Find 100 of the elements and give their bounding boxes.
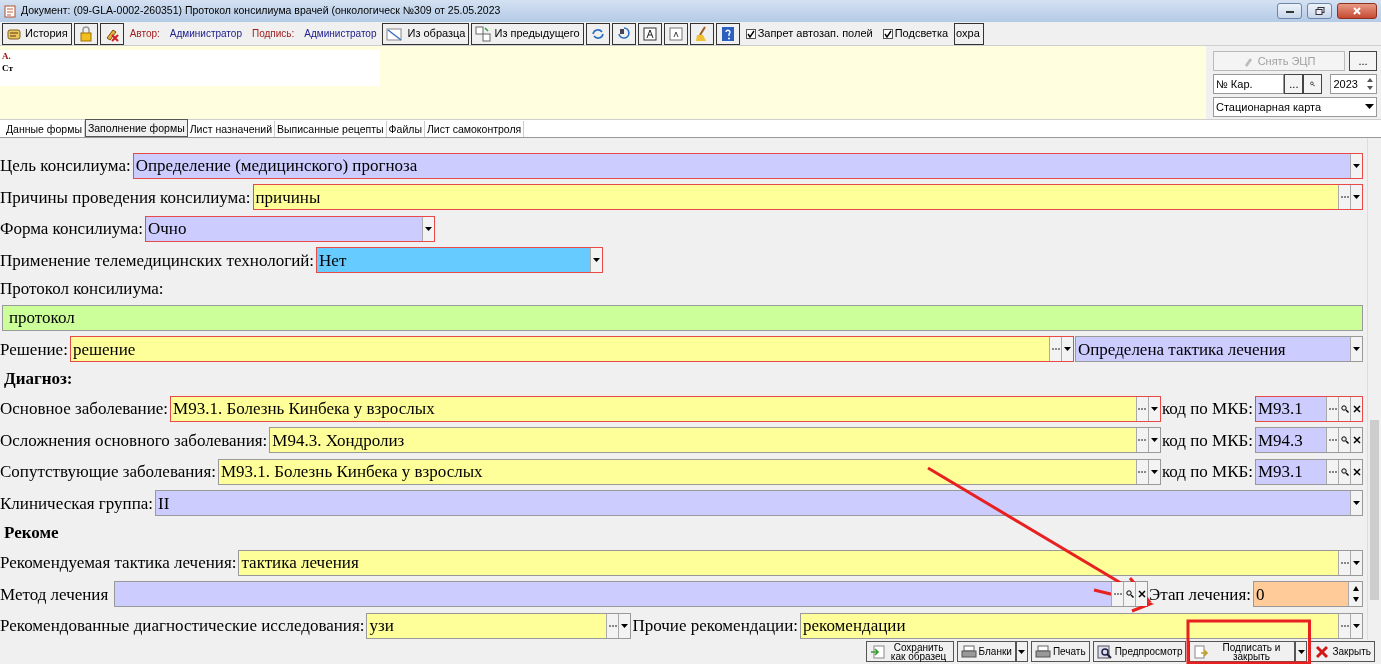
search-button[interactable] xyxy=(1338,396,1350,421)
clear-button[interactable] xyxy=(1350,428,1362,453)
dropdown-button[interactable] xyxy=(1061,337,1073,362)
dots-icon xyxy=(1328,406,1337,411)
dropdown-button[interactable] xyxy=(1350,550,1362,575)
search-button[interactable] xyxy=(1338,459,1350,484)
action-button[interactable]: Печать xyxy=(1030,641,1090,662)
input-field[interactable]: причины xyxy=(252,184,1363,211)
action-button[interactable]: Закрыть xyxy=(1310,641,1375,662)
restore-button[interactable] xyxy=(1307,3,1332,19)
input-field[interactable]: M94.3 xyxy=(1255,427,1363,454)
more-button[interactable] xyxy=(1326,459,1338,484)
field-label: Протокол консилиума: xyxy=(0,278,165,301)
help-button[interactable] xyxy=(715,22,740,45)
dropdown-button[interactable] xyxy=(618,613,631,638)
scroll-thumb[interactable] xyxy=(1370,420,1379,600)
input-field[interactable]: M94.3. Хондролиз xyxy=(269,427,1161,454)
dropdown-button[interactable] xyxy=(1295,641,1308,662)
unsign-button[interactable] xyxy=(99,22,124,45)
dropdown-button[interactable] xyxy=(422,216,434,241)
clear-button[interactable] xyxy=(1350,459,1362,484)
dots-icon xyxy=(1138,438,1147,443)
tab[interactable]: Данные формы xyxy=(4,121,85,137)
input-field[interactable]: решение xyxy=(69,336,1074,363)
more-button[interactable] xyxy=(1326,396,1338,421)
tab[interactable]: Выписанные рецепты xyxy=(275,121,387,137)
font-icon xyxy=(641,25,658,42)
input-field[interactable]: протокол xyxy=(2,304,1363,331)
patient-status: Ст xyxy=(2,62,14,74)
dropdown-button[interactable] xyxy=(1350,185,1362,210)
input-field[interactable]: Очно xyxy=(145,215,435,242)
more-button[interactable] xyxy=(1135,396,1148,421)
card-more-button[interactable]: ... xyxy=(1284,74,1304,94)
search-button[interactable] xyxy=(1303,74,1323,94)
input-field[interactable]: M93.1 xyxy=(1255,458,1363,485)
tab[interactable]: Заполнение формы xyxy=(84,119,188,137)
minimize-button[interactable] xyxy=(1277,3,1302,19)
year-spinner[interactable]: 2023 xyxy=(1330,74,1377,94)
close-button[interactable] xyxy=(1337,3,1377,19)
dropdown-button[interactable] xyxy=(1350,153,1362,178)
lock-button[interactable] xyxy=(73,22,98,45)
action-button[interactable]: Бланки xyxy=(956,641,1016,662)
action-button[interactable]: Сохранить как образец xyxy=(865,641,954,662)
close-icon xyxy=(1352,436,1361,445)
field-label: Цель консилиума: xyxy=(0,155,132,177)
more-button[interactable]: ... xyxy=(1349,51,1377,71)
minimize-icon xyxy=(1284,8,1295,14)
card-type-select[interactable]: Стационарная карта xyxy=(1213,97,1377,117)
clear-button[interactable] xyxy=(689,22,714,45)
dropdown-button[interactable] xyxy=(1350,613,1362,638)
input-field[interactable]: M93.1. Болезнь Кинбека у взрослых xyxy=(218,458,1161,485)
field-label: код по МКБ: xyxy=(1161,398,1254,420)
input-field[interactable]: узи xyxy=(366,612,632,639)
search-icon xyxy=(1125,590,1134,599)
scrollbar[interactable] xyxy=(1367,138,1381,640)
document-icon xyxy=(1193,643,1210,660)
dropdown-button[interactable] xyxy=(590,248,603,273)
dropdown-button[interactable] xyxy=(1350,491,1362,516)
tab[interactable]: Файлы xyxy=(386,121,425,137)
input-field[interactable]: M93.1. Болезнь Кинбека у взрослых xyxy=(170,395,1161,422)
input-field[interactable]: Определена тактика лечения xyxy=(1075,336,1363,363)
search-button[interactable] xyxy=(1123,582,1136,607)
history-button[interactable]: История xyxy=(2,22,72,45)
spin-button[interactable] xyxy=(1348,582,1362,607)
input-field[interactable] xyxy=(114,581,1149,608)
field-label: Прочие рекомендации: xyxy=(632,615,799,637)
font-icon xyxy=(667,25,684,42)
input-field[interactable]: 0 xyxy=(1253,581,1363,608)
input-field[interactable]: Определение (медицинского) прогноза xyxy=(132,152,1363,179)
font-increase-button[interactable] xyxy=(637,22,662,45)
refresh-button[interactable] xyxy=(585,22,610,45)
field-label: код по МКБ: xyxy=(1161,429,1254,452)
more-button[interactable] xyxy=(1326,428,1338,453)
checkbox[interactable] xyxy=(882,28,893,39)
reload-button[interactable] xyxy=(611,22,636,45)
tab[interactable]: Лист самоконтроля xyxy=(424,121,525,137)
clear-button[interactable] xyxy=(1350,396,1362,421)
input-field[interactable]: тактика лечения xyxy=(238,549,1363,576)
dropdown-button[interactable] xyxy=(1350,337,1362,362)
tab[interactable]: Лист назначений xyxy=(187,121,275,137)
card-number-field[interactable]: № Кар. xyxy=(1213,74,1285,94)
action-button[interactable]: Предпросмотр xyxy=(1092,641,1187,662)
from-template-button[interactable]: Из образца xyxy=(382,22,470,45)
field-label: Клиническая группа: xyxy=(0,492,154,515)
dropdown-icon xyxy=(1353,501,1360,506)
input-field[interactable]: M93.1 xyxy=(1255,395,1363,422)
search-icon xyxy=(1310,80,1316,88)
clear-button[interactable] xyxy=(1135,582,1148,607)
action-button[interactable]: Подписать и закрыть xyxy=(1189,641,1296,662)
more-button[interactable] xyxy=(1111,582,1124,607)
checkbox[interactable] xyxy=(745,28,756,39)
input-field[interactable]: рекомендации xyxy=(800,612,1363,639)
from-previous-button[interactable]: Из предыдущего xyxy=(471,22,584,45)
font-decrease-button[interactable] xyxy=(663,22,688,45)
search-button[interactable] xyxy=(1338,428,1350,453)
input-field[interactable]: II xyxy=(155,490,1363,517)
save-button[interactable]: охра xyxy=(954,22,984,45)
dots-icon xyxy=(608,623,617,628)
input-field[interactable]: Нет xyxy=(316,247,604,274)
dropdown-icon xyxy=(1064,347,1071,352)
